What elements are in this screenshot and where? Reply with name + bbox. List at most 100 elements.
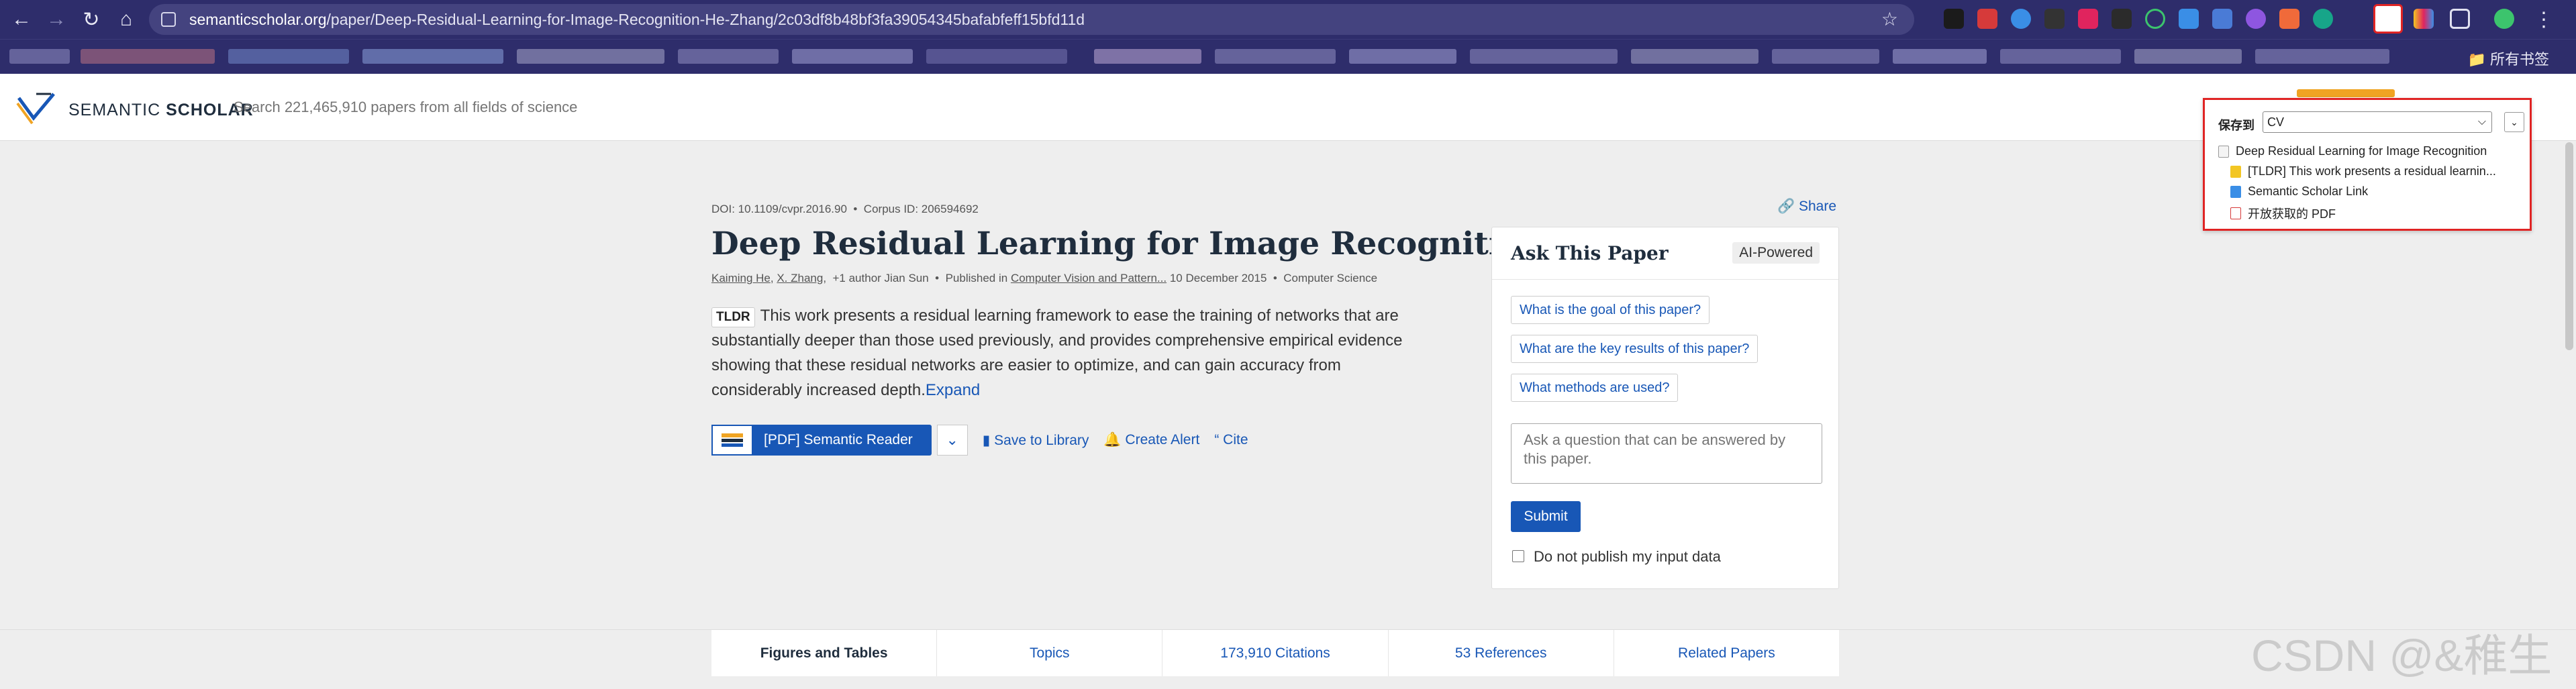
bookmarks-bar: 📁 所有书签 — [0, 39, 2576, 74]
suggested-question[interactable]: What is the goal of this paper? — [1511, 296, 1710, 324]
more-authors[interactable]: +1 author — [833, 272, 881, 284]
semantic-scholar-logo[interactable] — [16, 89, 56, 126]
question-input[interactable] — [1511, 423, 1822, 484]
bookmark-star-icon[interactable]: ☆ — [1881, 8, 1898, 30]
bookmark-item[interactable] — [228, 49, 349, 64]
corpus-id-text: Corpus ID: 206594692 — [863, 203, 979, 215]
back-arrow-icon[interactable]: ← — [8, 6, 35, 33]
expand-link[interactable]: Expand — [926, 381, 980, 399]
site-info-icon[interactable] — [161, 12, 176, 27]
bookmark-item[interactable] — [1772, 49, 1879, 64]
last-author[interactable]: Jian Sun — [885, 272, 929, 284]
avatar[interactable] — [2494, 9, 2514, 29]
all-bookmarks-button[interactable]: 📁 所有书签 — [2467, 48, 2549, 69]
bookmark-item[interactable] — [517, 49, 664, 64]
chevron-down-icon: ⌵ — [2477, 116, 2486, 127]
extension-icon[interactable] — [2011, 9, 2031, 29]
logo-text[interactable]: SEMANTIC SCHOLAR — [68, 101, 254, 120]
extension-icon[interactable] — [2212, 9, 2232, 29]
pdf-icon — [2230, 207, 2241, 219]
suggested-question[interactable]: What methods are used? — [1511, 374, 1679, 402]
bookmark-item[interactable] — [792, 49, 913, 64]
popup-item[interactable]: 开放获取的 PDF — [2230, 205, 2336, 222]
chevron-down-icon[interactable]: ⌄ — [2504, 112, 2524, 132]
tldr-text: This work presents a residual learning f… — [711, 307, 1403, 399]
bookmark-item[interactable] — [9, 49, 70, 64]
venue-link[interactable]: Computer Vision and Pattern... — [1011, 272, 1167, 284]
quote-icon: “ — [1214, 432, 1220, 447]
tab-citations[interactable]: 173,910 Citations — [1162, 630, 1389, 676]
bookmark-item[interactable] — [2000, 49, 2121, 64]
extension-icon[interactable] — [2313, 9, 2333, 29]
author-link[interactable]: Kaiming He — [711, 272, 771, 284]
browser-toolbar: ← → ↻ ⌂ semanticscholar.org/paper/Deep-R… — [0, 0, 2576, 39]
bookmark-item[interactable] — [1094, 49, 1201, 64]
popup-item[interactable]: Deep Residual Learning for Image Recogni… — [2218, 144, 2487, 158]
cite-button[interactable]: “ Cite — [1214, 432, 1248, 448]
publish-date: 10 December 2015 — [1169, 272, 1267, 284]
paper-tabs: Figures and Tables Topics 173,910 Citati… — [711, 629, 1839, 676]
suggested-question[interactable]: What are the key results of this paper? — [1511, 335, 1758, 363]
extension-icon[interactable] — [2078, 9, 2098, 29]
extension-icon[interactable] — [2145, 9, 2165, 29]
tldr-badge: TLDR — [711, 307, 755, 327]
reload-icon[interactable]: ↻ — [78, 6, 105, 33]
search-input[interactable] — [234, 94, 1106, 121]
ai-powered-badge: AI-Powered — [1732, 242, 1820, 264]
extension-icon[interactable] — [2279, 9, 2299, 29]
create-alert-button[interactable]: 🔔 Create Alert — [1103, 432, 1199, 448]
menu-icon[interactable]: ⋮ — [2530, 6, 2557, 33]
semantic-reader-button[interactable]: [PDF] Semantic Reader — [711, 425, 932, 456]
save-to-library-button[interactable]: ▮ Save to Library — [983, 432, 1089, 449]
author-link[interactable]: X. Zhang — [777, 272, 823, 284]
reader-icon — [711, 425, 753, 456]
bookmark-item[interactable] — [1349, 49, 1456, 64]
document-icon — [2218, 145, 2229, 158]
bookmark-item[interactable] — [1470, 49, 1618, 64]
extension-icon[interactable] — [1944, 9, 1964, 29]
extensions-puzzle-icon[interactable] — [2450, 9, 2470, 29]
bookmark-item[interactable] — [926, 49, 1067, 64]
document-icon[interactable] — [2373, 4, 2403, 34]
submit-button[interactable]: Submit — [1511, 501, 1581, 532]
extension-icon[interactable] — [1977, 9, 1997, 29]
extension-icon[interactable] — [2112, 9, 2132, 29]
extension-icon[interactable] — [2414, 9, 2434, 29]
address-bar[interactable]: semanticscholar.org/paper/Deep-Residual-… — [149, 4, 1914, 35]
bookmark-item[interactable] — [678, 49, 779, 64]
bookmark-item[interactable] — [1893, 49, 1987, 64]
page-scrollbar[interactable] — [2565, 142, 2573, 350]
field-of-study: Computer Science — [1283, 272, 1378, 284]
publish-checkbox[interactable] — [1512, 550, 1524, 562]
bookmark-item[interactable] — [2255, 49, 2389, 64]
ask-header: Ask This Paper AI-Powered — [1492, 227, 1838, 280]
save-to-label: 保存到 — [2218, 119, 2255, 132]
share-button[interactable]: 🔗 Share — [1777, 199, 1836, 215]
folder-select[interactable]: CV ⌵ — [2263, 111, 2492, 133]
home-icon[interactable]: ⌂ — [113, 6, 140, 33]
chevron-down-icon[interactable]: ⌄ — [936, 425, 968, 456]
popup-item[interactable]: Semantic Scholar Link — [2230, 184, 2368, 199]
extension-icon[interactable] — [2179, 9, 2199, 29]
bell-icon: 🔔 — [1103, 432, 1122, 447]
bookmark-item[interactable] — [362, 49, 503, 64]
bookmark-item[interactable] — [1215, 49, 1336, 64]
tab-references[interactable]: 53 References — [1389, 630, 1614, 676]
ask-title: Ask This Paper — [1511, 242, 1669, 264]
tab-figures-and-tables[interactable]: Figures and Tables — [711, 630, 938, 676]
bookmark-item[interactable] — [81, 49, 215, 64]
tab-topics[interactable]: Topics — [937, 630, 1163, 676]
bookmark-item[interactable] — [2134, 49, 2242, 64]
share-icon: 🔗 — [1777, 199, 1795, 214]
tab-related-papers[interactable]: Related Papers — [1614, 630, 1839, 676]
extension-icon[interactable] — [2044, 9, 2065, 29]
doi-text: DOI: 10.1109/cvpr.2016.90 — [711, 203, 847, 215]
ask-this-paper-panel: Ask This Paper AI-Powered What is the go… — [1491, 227, 1839, 589]
extension-icon[interactable] — [2246, 9, 2266, 29]
popup-item[interactable]: [TLDR] This work presents a residual lea… — [2230, 164, 2496, 178]
paper-actions: [PDF] Semantic Reader ⌄ ▮ Save to Librar… — [711, 425, 1248, 456]
forward-arrow-icon[interactable]: → — [43, 6, 70, 33]
paper-authors: Kaiming He, X. Zhang, +1 author Jian Sun… — [711, 272, 1378, 284]
bookmark-item[interactable] — [1631, 49, 1758, 64]
save-extension-popup: 保存到 CV ⌵ ⌄ Deep Residual Learning for Ima… — [2203, 98, 2532, 231]
